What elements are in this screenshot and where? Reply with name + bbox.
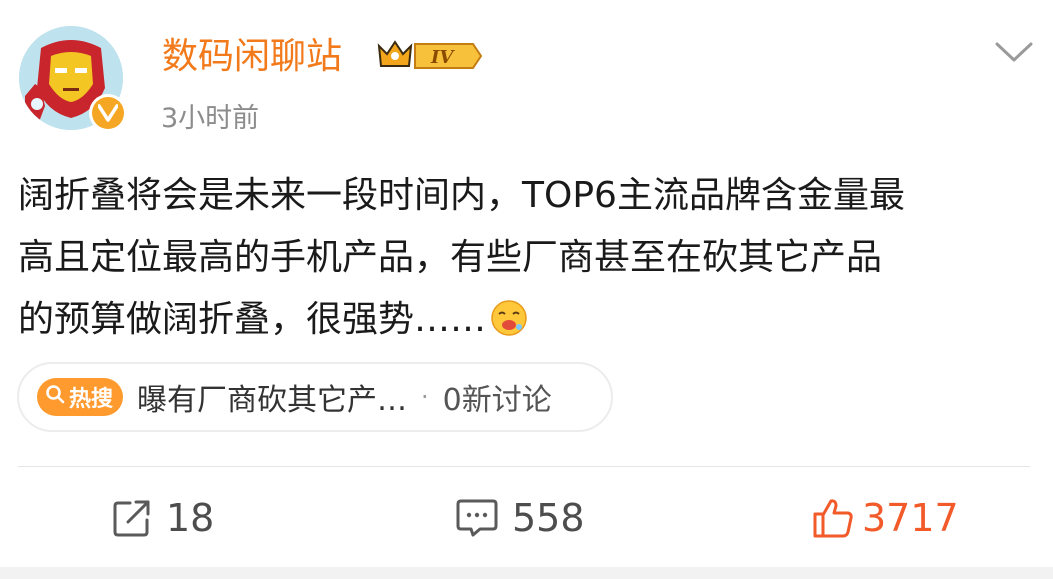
hot-search-label: 热搜 [69,387,114,412]
topic-separator: · [421,383,429,411]
hot-search-tag: 热搜 [37,378,124,416]
comment-button[interactable]: 558 [456,492,585,544]
post-content: 阔折叠将会是未来一段时间内，TOP6主流品牌含金量最 高且定位最高的手机产品，有… [18,165,1038,357]
comment-count: 558 [512,496,585,540]
hot-topic-link[interactable]: 热搜 曝有厂商砍其它产… · 0新讨论 [17,362,613,432]
thumbs-up-icon [812,497,854,539]
topic-discussion-count: 0新讨论 [442,383,552,418]
post-content-line: 阔折叠将会是未来一段时间内，TOP6主流品牌含金量最 [18,175,905,216]
comment-icon [456,498,498,538]
verified-badge [89,94,127,132]
bottom-separator [0,567,1053,579]
more-menu-button[interactable] [994,40,1034,68]
post-content-line: 的预算做阔折叠，很强势…… [18,289,1038,357]
level-badge: IV [375,36,483,80]
share-icon [112,498,152,538]
post-content-text: 的预算做阔折叠，很强势…… [18,299,487,340]
share-button[interactable]: 18 [112,492,214,544]
like-count: 3717 [862,496,959,540]
topic-title: 曝有厂商砍其它产… [137,383,408,418]
author-name[interactable]: 数码闲聊站 [162,35,342,79]
like-button[interactable]: 3717 [812,492,959,544]
chevron-down-icon [995,42,1033,62]
level-badge-text: IV [430,47,455,68]
post-content-line: 高且定位最高的手机产品，有些厂商甚至在砍其它产品 [18,237,883,278]
search-icon [45,384,65,410]
post-timestamp: 3小时前 [161,103,260,134]
verified-v-icon [98,104,118,122]
share-count: 18 [166,496,215,540]
drooling-emoji-icon [490,295,528,357]
divider [18,466,1030,467]
